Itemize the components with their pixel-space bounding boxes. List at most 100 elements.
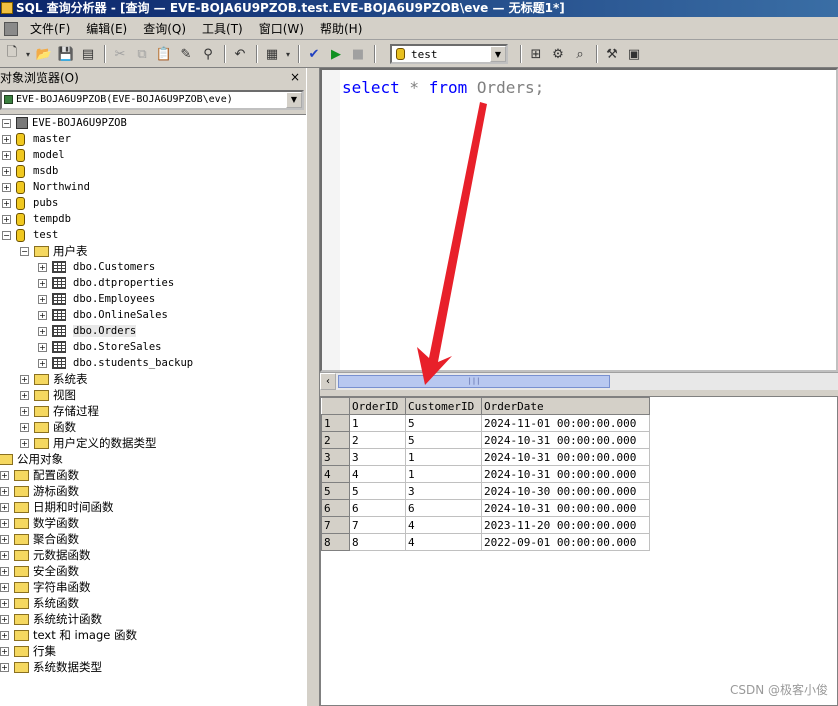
tree-node-folder[interactable]: + 元数据函数 — [0, 547, 91, 563]
expand-icon[interactable]: + — [0, 662, 9, 672]
cell-orderid[interactable]: 8 — [349, 533, 406, 551]
cell-orderdate[interactable]: 2024-10-30 00:00:00.000 — [481, 482, 650, 500]
expand-icon[interactable]: + — [0, 518, 9, 528]
dropdown-icon[interactable]: ▾ — [284, 44, 292, 64]
expand-icon[interactable]: + — [20, 422, 29, 432]
object-search-icon[interactable]: ⌕ — [570, 44, 590, 64]
server-combo[interactable]: EVE-BOJA6U9PZOB(EVE-BOJA6U9PZOB\eve) ▼ — [0, 90, 304, 110]
cell-orderdate[interactable]: 2024-10-31 00:00:00.000 — [481, 465, 650, 483]
tree-node-folder[interactable]: + 行集 — [0, 643, 56, 659]
tree-node-folder[interactable]: + 安全函数 — [0, 563, 79, 579]
expand-icon[interactable]: + — [0, 646, 9, 656]
menu-query[interactable]: 查询(Q) — [135, 19, 194, 39]
tree-node-database[interactable]: + Northwind — [2, 179, 90, 195]
tree-node-table[interactable]: + dbo.students_backup — [38, 355, 193, 371]
expand-icon[interactable]: + — [0, 566, 9, 576]
clear-window-icon[interactable]: ✎ — [176, 44, 196, 64]
row-number[interactable]: 6 — [321, 499, 350, 517]
menu-edit[interactable]: 编辑(E) — [78, 19, 135, 39]
row-number[interactable]: 5 — [321, 482, 350, 500]
menu-window[interactable]: 窗口(W) — [251, 19, 312, 39]
cell-customerid[interactable]: 1 — [405, 465, 482, 483]
paste-icon[interactable]: 📋 — [154, 44, 174, 64]
expand-icon[interactable]: + — [0, 534, 9, 544]
cell-customerid[interactable]: 4 — [405, 516, 482, 534]
tree-node-database[interactable]: + master — [2, 131, 71, 147]
collapse-icon[interactable]: − — [2, 230, 11, 240]
object-browser-icon[interactable]: ⚙ — [548, 44, 568, 64]
query-editor[interactable]: select * from Orders; — [320, 68, 838, 372]
parse-query-icon[interactable]: ✔ — [304, 44, 324, 64]
query-text[interactable]: select * from Orders; — [342, 78, 544, 97]
tree-node-table[interactable]: + dbo.Employees — [38, 291, 155, 307]
expand-icon[interactable]: + — [38, 358, 47, 368]
tree-node-folder[interactable]: + 函数 — [20, 419, 76, 435]
cell-orderid[interactable]: 3 — [349, 448, 406, 466]
column-header[interactable]: OrderID — [349, 397, 406, 415]
tree-node-table[interactable]: + dbo.dtproperties — [38, 275, 174, 291]
tree-node-database[interactable]: + model — [2, 147, 65, 163]
column-header[interactable]: OrderDate — [481, 397, 650, 415]
cell-orderid[interactable]: 4 — [349, 465, 406, 483]
expand-icon[interactable]: + — [20, 438, 29, 448]
expand-icon[interactable]: + — [0, 614, 9, 624]
expand-icon[interactable]: + — [20, 374, 29, 384]
tree-node-table[interactable]: + dbo.Customers — [38, 259, 155, 275]
document-icon[interactable] — [4, 21, 18, 36]
vertical-splitter[interactable] — [306, 68, 320, 706]
cell-orderid[interactable]: 2 — [349, 431, 406, 449]
insert-template-icon[interactable]: ▤ — [78, 44, 98, 64]
menu-file[interactable]: 文件(F) — [22, 19, 78, 39]
database-select[interactable]: test ▼ — [390, 44, 508, 64]
row-number[interactable]: 4 — [321, 465, 350, 483]
tree-node-user-tables[interactable]: − 用户表 — [20, 243, 88, 259]
close-icon[interactable]: × — [288, 70, 302, 84]
tree-node-folder[interactable]: + 存储过程 — [20, 403, 99, 419]
tree-node-folder[interactable]: + 视图 — [20, 387, 76, 403]
menu-help[interactable]: 帮助(H) — [312, 19, 370, 39]
tree-node-server[interactable]: − EVE-BOJA6U9PZOB — [2, 115, 127, 131]
cell-orderid[interactable]: 7 — [349, 516, 406, 534]
tree-node-common-objects[interactable]: 公用对象 — [0, 451, 63, 467]
editor-horizontal-scrollbar[interactable]: ‹ ||| — [320, 372, 838, 390]
cell-orderdate[interactable]: 2022-09-01 00:00:00.000 — [481, 533, 650, 551]
row-number[interactable]: 2 — [321, 431, 350, 449]
cell-orderid[interactable]: 1 — [349, 414, 406, 432]
tree-node-folder[interactable]: + 用户定义的数据类型 — [20, 435, 157, 451]
tree-node-folder[interactable]: + 系统函数 — [0, 595, 79, 611]
cell-customerid[interactable]: 5 — [405, 431, 482, 449]
cell-orderdate[interactable]: 2024-11-01 00:00:00.000 — [481, 414, 650, 432]
expand-icon[interactable]: + — [2, 182, 11, 192]
new-query-icon[interactable]: 🗋 — [2, 44, 22, 64]
tree-node-folder[interactable]: + 游标函数 — [0, 483, 79, 499]
expand-icon[interactable]: + — [2, 198, 11, 208]
row-number[interactable]: 8 — [321, 533, 350, 551]
row-number[interactable]: 7 — [321, 516, 350, 534]
expand-icon[interactable]: + — [38, 278, 47, 288]
cell-orderdate[interactable]: 2023-11-20 00:00:00.000 — [481, 516, 650, 534]
save-icon[interactable]: 💾 — [56, 44, 76, 64]
undo-icon[interactable]: ↶ — [230, 44, 250, 64]
tree-node-folder[interactable]: + text 和 image 函数 — [0, 627, 137, 643]
results-mode-icon[interactable]: ▦ — [262, 44, 282, 64]
tree-node-folder[interactable]: + 字符串函数 — [0, 579, 91, 595]
cell-orderid[interactable]: 6 — [349, 499, 406, 517]
expand-icon[interactable]: + — [0, 582, 9, 592]
tree-node-database[interactable]: + msdb — [2, 163, 58, 179]
stop-query-icon[interactable]: ■ — [348, 44, 368, 64]
tree-node-database[interactable]: + pubs — [2, 195, 58, 211]
row-number[interactable]: 1 — [321, 414, 350, 432]
tree-node-folder[interactable]: + 聚合函数 — [0, 531, 79, 547]
cell-customerid[interactable]: 6 — [405, 499, 482, 517]
cell-customerid[interactable]: 1 — [405, 448, 482, 466]
show-results-icon[interactable]: ▣ — [624, 44, 644, 64]
cell-orderdate[interactable]: 2024-10-31 00:00:00.000 — [481, 499, 650, 517]
find-icon[interactable]: ⚲ — [198, 44, 218, 64]
tree-node-folder[interactable]: + 系统表 — [20, 371, 88, 387]
expand-icon[interactable]: + — [0, 630, 9, 640]
cell-orderdate[interactable]: 2024-10-31 00:00:00.000 — [481, 448, 650, 466]
open-folder-icon[interactable]: 📂 — [34, 44, 54, 64]
expand-icon[interactable]: + — [38, 342, 47, 352]
chevron-down-icon[interactable]: ▼ — [490, 46, 506, 62]
expand-icon[interactable]: + — [2, 150, 11, 160]
